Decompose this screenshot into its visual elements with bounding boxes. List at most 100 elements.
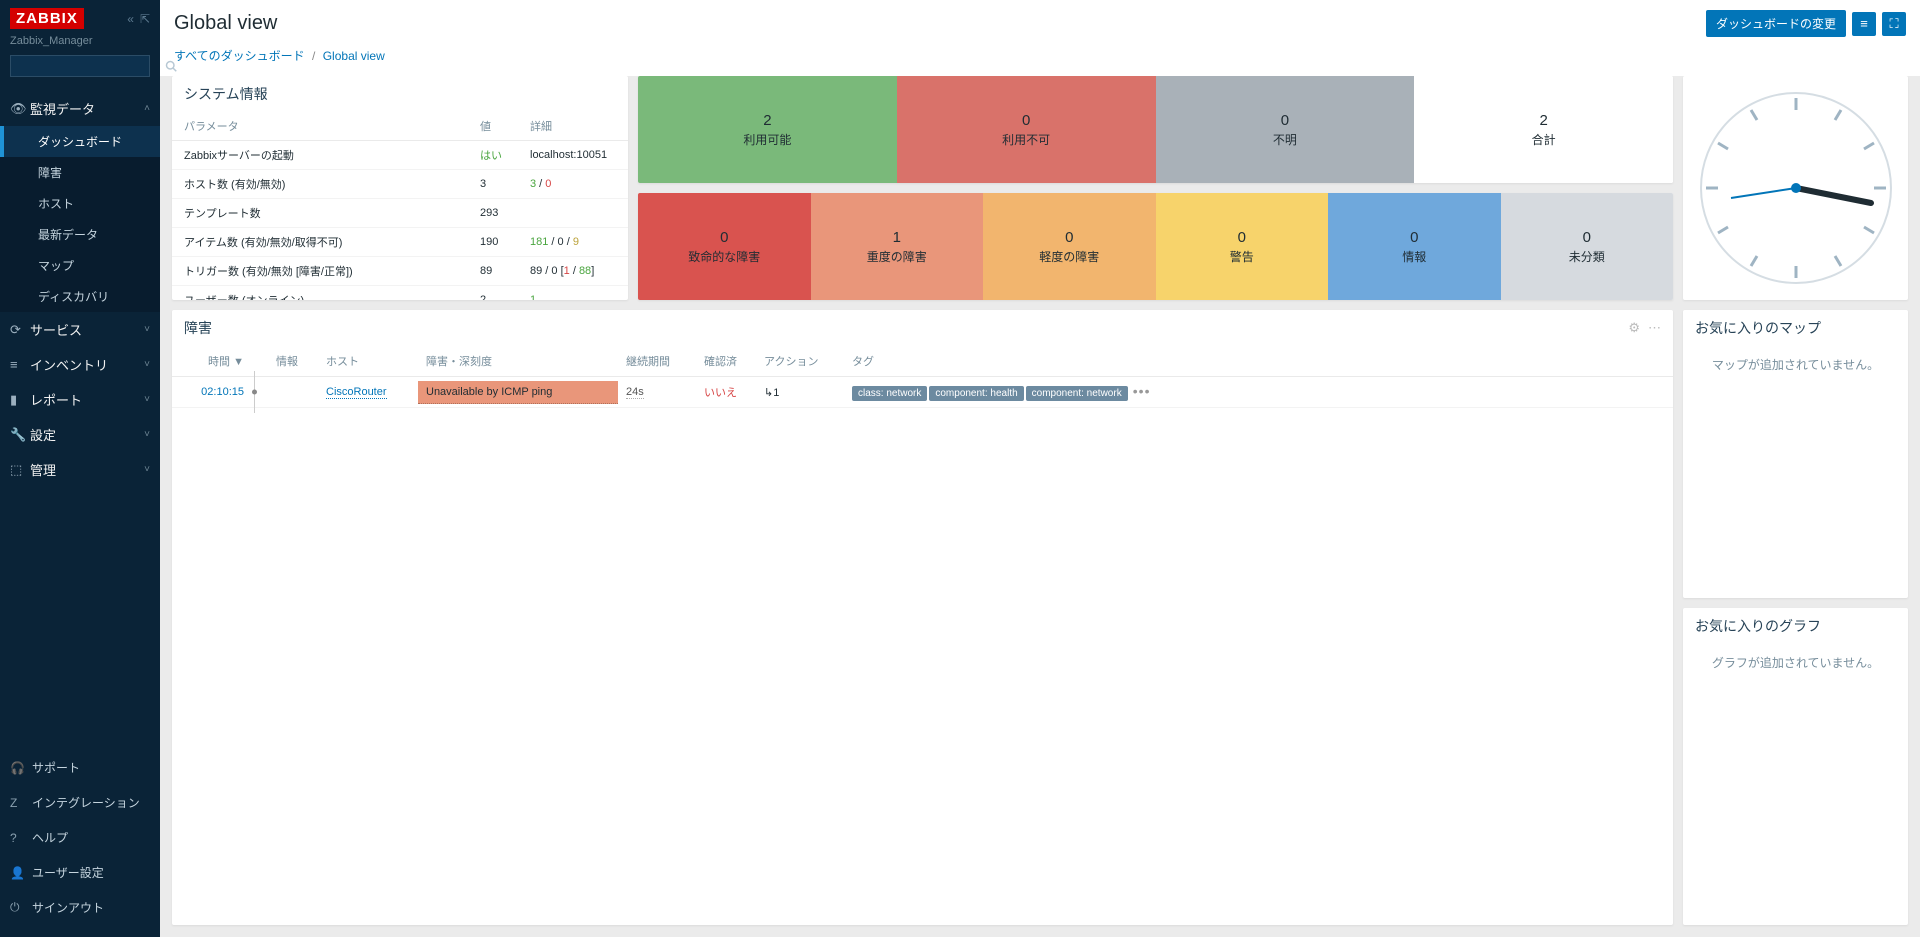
- collapse-icon[interactable]: «: [127, 12, 134, 26]
- widget-clock: [1683, 76, 1908, 300]
- status-tile-軽度の障害[interactable]: 0 軽度の障害: [983, 193, 1156, 300]
- tile-count: 0: [1238, 229, 1246, 246]
- problem-host[interactable]: CiscoRouter: [326, 386, 387, 399]
- widget-status: 2利用可能0利用不可0不明2合計 0致命的な障害1重度の障害0軽度の障害0警告0…: [638, 76, 1673, 300]
- tile-count: 0: [720, 229, 728, 246]
- problem-severity[interactable]: Unavailable by ICMP ping: [418, 381, 618, 404]
- chevron-icon: ˅: [144, 324, 150, 335]
- tags-more-icon[interactable]: •••: [1133, 383, 1151, 399]
- status-tile-警告[interactable]: 0 警告: [1156, 193, 1329, 300]
- nav-icon: 👁: [10, 101, 30, 117]
- gear-icon[interactable]: ⚙: [1628, 320, 1640, 336]
- sysinfo-row: テンプレート数293: [172, 199, 628, 228]
- tag[interactable]: class: network: [852, 386, 927, 401]
- chevron-icon: ˅: [144, 429, 150, 440]
- favgraphs-title: お気に入りのグラフ: [1683, 608, 1908, 644]
- sysinfo-row: トリガー数 (有効/無効 [障害/正常])8989 / 0 [1 / 88]: [172, 257, 628, 286]
- tile-label: 警告: [1230, 248, 1254, 265]
- sysinfo-title: システム情報: [172, 76, 628, 112]
- problems-title: 障害: [184, 318, 212, 338]
- favmaps-empty: マップが追加されていません。: [1683, 346, 1908, 383]
- nav-label: 監視データ: [30, 99, 144, 118]
- status-tile-利用可能[interactable]: 2利用可能: [638, 76, 897, 183]
- sidebar: ZABBIX « ⇱ Zabbix_Manager 👁監視データ˄ダッシュボード…: [0, 0, 160, 937]
- status-tile-重度の障害[interactable]: 1重度の障害: [811, 193, 984, 300]
- favgraphs-empty: グラフが追加されていません。: [1683, 644, 1908, 681]
- problem-ack[interactable]: いいえ: [704, 387, 737, 399]
- search-icon[interactable]: [165, 56, 177, 76]
- popout-icon[interactable]: ⇱: [140, 12, 150, 26]
- chevron-icon: ˄: [144, 103, 150, 114]
- nav-cat-0[interactable]: 👁監視データ˄: [0, 91, 160, 126]
- nav-icon: ⬚: [10, 462, 30, 478]
- foot-label: ヘルプ: [32, 829, 68, 846]
- foot-icon: ⏻: [10, 900, 32, 915]
- search-input[interactable]: [11, 56, 165, 76]
- foot-label: サインアウト: [32, 899, 104, 916]
- tile-count: 2: [763, 112, 771, 129]
- menu-icon[interactable]: ≡: [1852, 12, 1876, 36]
- foot-icon: 👤: [10, 866, 32, 880]
- tag[interactable]: component: health: [929, 386, 1023, 401]
- col-detail: 詳細: [518, 112, 628, 141]
- nav-item-マップ[interactable]: マップ: [0, 250, 160, 281]
- crumb-all-dashboards[interactable]: すべてのダッシュボード: [174, 49, 305, 63]
- col-actions: アクション: [756, 346, 844, 377]
- status-tile-利用不可[interactable]: 0利用不可: [897, 76, 1156, 183]
- sysinfo-row: ユーザー数 (オンライン)21: [172, 286, 628, 301]
- tile-label: 致命的な障害: [688, 248, 760, 265]
- nav-item-ホスト[interactable]: ホスト: [0, 188, 160, 219]
- nav-label: インベントリ: [30, 355, 144, 374]
- nav-cat-5[interactable]: ⬚管理˅: [0, 452, 160, 487]
- nav-item-ディスカバリ[interactable]: ディスカバリ: [0, 281, 160, 312]
- fullscreen-icon[interactable]: ⛶: [1882, 12, 1906, 36]
- foot-ヘルプ[interactable]: ?ヘルプ: [0, 820, 160, 855]
- status-tile-情報[interactable]: 0情報: [1328, 193, 1501, 300]
- problem-time[interactable]: 02:10:15: [172, 377, 252, 408]
- col-ack: 確認済: [696, 346, 756, 377]
- nav-icon: ▮: [10, 392, 30, 408]
- tile-count: 0: [1583, 229, 1591, 246]
- problem-actions[interactable]: ↳1: [756, 377, 844, 408]
- timeline-dot: [252, 377, 268, 408]
- breadcrumb: すべてのダッシュボード / Global view: [174, 37, 1906, 76]
- col-tags: タグ: [844, 346, 1673, 377]
- status-tile-致命的な障害[interactable]: 0 致命的な障害: [638, 193, 811, 300]
- tile-label: 軽度の障害: [1039, 248, 1099, 265]
- crumb-current: Global view: [323, 49, 385, 63]
- nav-cat-1[interactable]: ⟳サービス˅: [0, 312, 160, 347]
- nav-label: レポート: [30, 390, 144, 409]
- status-tile-不明[interactable]: 0不明: [1156, 76, 1415, 183]
- nav-item-最新データ[interactable]: 最新データ: [0, 219, 160, 250]
- search-box[interactable]: [10, 55, 150, 77]
- col-time[interactable]: 時間 ▼: [172, 346, 252, 377]
- server-name: Zabbix_Manager: [10, 29, 150, 55]
- edit-dashboard-button[interactable]: ダッシュボードの変更: [1706, 10, 1846, 37]
- nav-label: 設定: [30, 425, 144, 444]
- foot-ユーザー設定[interactable]: 👤ユーザー設定: [0, 855, 160, 890]
- tile-count: 0: [1281, 112, 1289, 129]
- favmaps-title: お気に入りのマップ: [1683, 310, 1908, 346]
- foot-サインアウト[interactable]: ⏻サインアウト: [0, 890, 160, 925]
- widget-fav-graphs: お気に入りのグラフ グラフが追加されていません。: [1683, 608, 1908, 925]
- foot-icon: 🎧: [10, 761, 32, 775]
- nav-item-ダッシュボード[interactable]: ダッシュボード: [0, 126, 160, 157]
- foot-サポート[interactable]: 🎧サポート: [0, 750, 160, 785]
- col-value: 値: [468, 112, 518, 141]
- tile-label: 情報: [1402, 248, 1426, 265]
- nav-item-障害[interactable]: 障害: [0, 157, 160, 188]
- more-icon[interactable]: ⋯: [1648, 320, 1661, 336]
- nav-cat-2[interactable]: ≡インベントリ˅: [0, 347, 160, 382]
- tile-label: 重度の障害: [867, 248, 927, 265]
- foot-インテグレーション[interactable]: Zインテグレーション: [0, 785, 160, 820]
- tag[interactable]: component: network: [1026, 386, 1128, 401]
- logo[interactable]: ZABBIX: [10, 8, 84, 29]
- tile-count: 0: [1065, 229, 1073, 246]
- widget-fav-maps: お気に入りのマップ マップが追加されていません。: [1683, 310, 1908, 598]
- problem-duration: 24s: [626, 386, 644, 399]
- status-tile-未分類[interactable]: 0未分類: [1501, 193, 1674, 300]
- col-host: ホスト: [318, 346, 418, 377]
- nav-cat-4[interactable]: 🔧設定˅: [0, 417, 160, 452]
- status-tile-合計[interactable]: 2合計: [1414, 76, 1673, 183]
- nav-cat-3[interactable]: ▮レポート˅: [0, 382, 160, 417]
